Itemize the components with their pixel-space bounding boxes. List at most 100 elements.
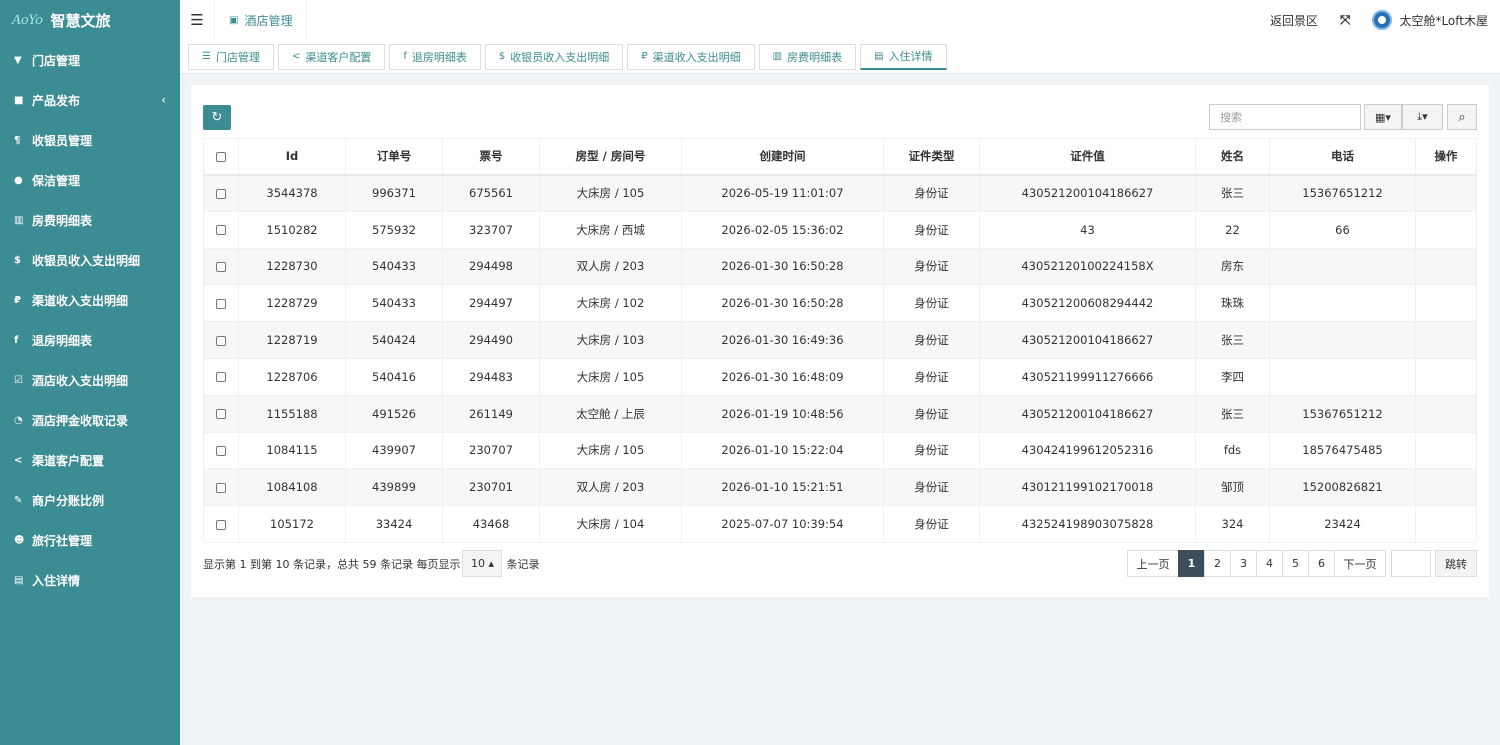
- subtab[interactable]: ▥ 房费明细表: [758, 43, 857, 70]
- back-to-scenic-link[interactable]: 返回景区: [1270, 12, 1318, 29]
- table-cell: 540433: [345, 284, 443, 323]
- table-row[interactable]: 1228706 540416 294483 大床房 / 105 2026-01-30 1…: [203, 357, 1477, 396]
- avatar[interactable]: [1372, 10, 1393, 30]
- table-cell: 太空舱 / 上辰: [539, 394, 682, 433]
- sidebar-item[interactable]: < 渠道客户配置: [0, 440, 180, 480]
- page-button[interactable]: 6: [1308, 550, 1335, 577]
- column-header[interactable]: 证件值: [979, 138, 1196, 176]
- pager-suffix: 条记录: [506, 557, 540, 571]
- page-button[interactable]: 2: [1204, 550, 1231, 577]
- search-icon[interactable]: ⌕: [1447, 104, 1477, 130]
- sidebar-item[interactable]: ¶ 收银员管理: [0, 120, 180, 160]
- table-cell: 323707: [442, 210, 540, 249]
- pagination: 上一页 1 2 3 4 5 6 下一页 跳转: [1127, 550, 1477, 577]
- row-checkbox[interactable]: [216, 188, 226, 199]
- tab-hotel-management[interactable]: ▣ 酒店管理: [214, 0, 308, 40]
- table-row[interactable]: 1510282 575932 323707 大床房 / 西城 2026-02-05 15…: [203, 210, 1477, 249]
- export-icon[interactable]: ⤓▾: [1402, 104, 1443, 130]
- table-row[interactable]: 1155188 491526 261149 太空舱 / 上辰 2026-01-19 10…: [203, 394, 1477, 433]
- fullscreen-icon[interactable]: ⤧: [1340, 13, 1350, 28]
- sidebar-item[interactable]: ● 保洁管理: [0, 160, 180, 200]
- column-header[interactable]: 电话: [1269, 138, 1416, 176]
- column-header[interactable]: 操作: [1415, 138, 1477, 176]
- table-cell: 43052120100224158X: [979, 247, 1196, 286]
- table-cell: 15200826821: [1269, 468, 1416, 507]
- column-header[interactable]: 证件类型: [883, 138, 980, 176]
- page-button[interactable]: 3: [1230, 550, 1257, 577]
- column-header[interactable]: 创建时间: [681, 138, 884, 176]
- sidebar-item[interactable]: ▤ 入住详情: [0, 560, 180, 600]
- row-checkbox[interactable]: [216, 445, 226, 456]
- subtab[interactable]: ▤ 入住详情: [860, 43, 947, 70]
- sidebar-item[interactable]: ▥ 房费明细表: [0, 200, 180, 240]
- column-header[interactable]: Id: [238, 138, 346, 176]
- columns-toggle-icon[interactable]: ▦▾: [1364, 104, 1402, 130]
- username[interactable]: 太空舱*Loft木屋: [1399, 12, 1488, 29]
- subtab[interactable]: < 渠道客户配置: [277, 43, 386, 70]
- row-checkbox[interactable]: [216, 519, 226, 530]
- row-checkbox[interactable]: [216, 482, 226, 493]
- page-button[interactable]: 5: [1282, 550, 1309, 577]
- subtab[interactable]: $ 收银员收入支出明细: [484, 43, 624, 70]
- table-cell: 双人房 / 203: [539, 468, 682, 507]
- search-input[interactable]: [1209, 104, 1361, 130]
- table-cell: [1415, 431, 1477, 470]
- next-page-button[interactable]: 下一页: [1334, 550, 1386, 577]
- table-cell: 大床房 / 105: [539, 174, 682, 212]
- row-checkbox[interactable]: [216, 335, 226, 346]
- sidebar-item[interactable]: ☻ 旅行社管理: [0, 520, 180, 560]
- page-size-select[interactable]: 10 ▴: [462, 550, 503, 577]
- subtab[interactable]: f 退房明细表: [389, 43, 481, 70]
- table-cell: 996371: [345, 174, 443, 212]
- table-body: 3544378 996371 675561 大床房 / 105 2026-05-19 1…: [203, 174, 1477, 543]
- table-row[interactable]: 1228729 540433 294497 大床房 / 102 2026-01-30 1…: [203, 284, 1477, 323]
- select-all-cell: [203, 138, 239, 176]
- row-checkbox[interactable]: [216, 298, 226, 309]
- refresh-button[interactable]: ↻: [203, 105, 231, 130]
- sidebar-item[interactable]: ▼ 门店管理: [0, 40, 180, 80]
- column-header[interactable]: 票号: [442, 138, 540, 176]
- table-cell: 2026-01-10 15:22:04: [681, 431, 884, 470]
- sidebar-item[interactable]: ■ 产品发布 ‹: [0, 80, 180, 120]
- table-row[interactable]: 1084108 439899 230701 双人房 / 203 2026-01-10 1…: [203, 468, 1477, 507]
- sidebar-item[interactable]: ☑ 酒店收入支出明细: [0, 360, 180, 400]
- page-button[interactable]: 1: [1178, 550, 1205, 577]
- table-row[interactable]: 1084115 439907 230707 大床房 / 105 2026-01-10 1…: [203, 431, 1477, 470]
- chevron-left-icon[interactable]: ‹: [161, 93, 166, 107]
- table-cell: [1415, 210, 1477, 249]
- table-row[interactable]: 105172 33424 43468 大床房 / 104 2025-07-07 10:3…: [203, 505, 1477, 543]
- row-select-cell: [203, 321, 239, 359]
- subtab[interactable]: ₽ 渠道收入支出明细: [627, 43, 755, 70]
- page-button[interactable]: 4: [1256, 550, 1283, 577]
- sidebar-item[interactable]: ✎ 商户分账比例: [0, 480, 180, 520]
- table-row[interactable]: 3544378 996371 675561 大床房 / 105 2026-05-19 1…: [203, 174, 1477, 212]
- table-cell: 33424: [345, 505, 443, 543]
- brand[interactable]: AoYo 智慧文旅: [0, 0, 180, 40]
- row-checkbox[interactable]: [216, 225, 226, 236]
- column-header[interactable]: 订单号: [345, 138, 443, 176]
- sidebar-item[interactable]: f 退房明细表: [0, 320, 180, 360]
- table-cell: 1510282: [238, 210, 346, 249]
- column-header[interactable]: 房型 / 房间号: [539, 138, 682, 176]
- row-checkbox[interactable]: [216, 409, 226, 420]
- table-row[interactable]: 1228719 540424 294490 大床房 / 103 2026-01-30 1…: [203, 321, 1477, 359]
- sidebar-item[interactable]: $ 收银员收入支出明细: [0, 240, 180, 280]
- jump-page-input[interactable]: [1391, 550, 1431, 577]
- row-checkbox[interactable]: [216, 372, 226, 383]
- table-cell: 294490: [442, 321, 540, 359]
- select-all-checkbox[interactable]: [216, 151, 226, 162]
- jump-button[interactable]: 跳转: [1435, 550, 1477, 577]
- prev-page-button[interactable]: 上一页: [1127, 550, 1179, 577]
- table-cell: [1269, 247, 1416, 286]
- column-header[interactable]: 姓名: [1195, 138, 1270, 176]
- menu-toggle-icon[interactable]: ☰: [180, 0, 214, 40]
- table-cell: [1269, 284, 1416, 323]
- row-checkbox[interactable]: [216, 261, 226, 272]
- sidebar-item-label: 旅行社管理: [32, 533, 93, 548]
- subtab[interactable]: ☰ 门店管理: [188, 43, 274, 70]
- sidebar-item-label: 产品发布: [32, 93, 81, 108]
- paragraph-icon: ¶: [14, 134, 21, 146]
- sidebar-item[interactable]: ₽ 渠道收入支出明细: [0, 280, 180, 320]
- table-row[interactable]: 1228730 540433 294498 双人房 / 203 2026-01-30 1…: [203, 247, 1477, 286]
- sidebar-item[interactable]: ◔ 酒店押金收取记录: [0, 400, 180, 440]
